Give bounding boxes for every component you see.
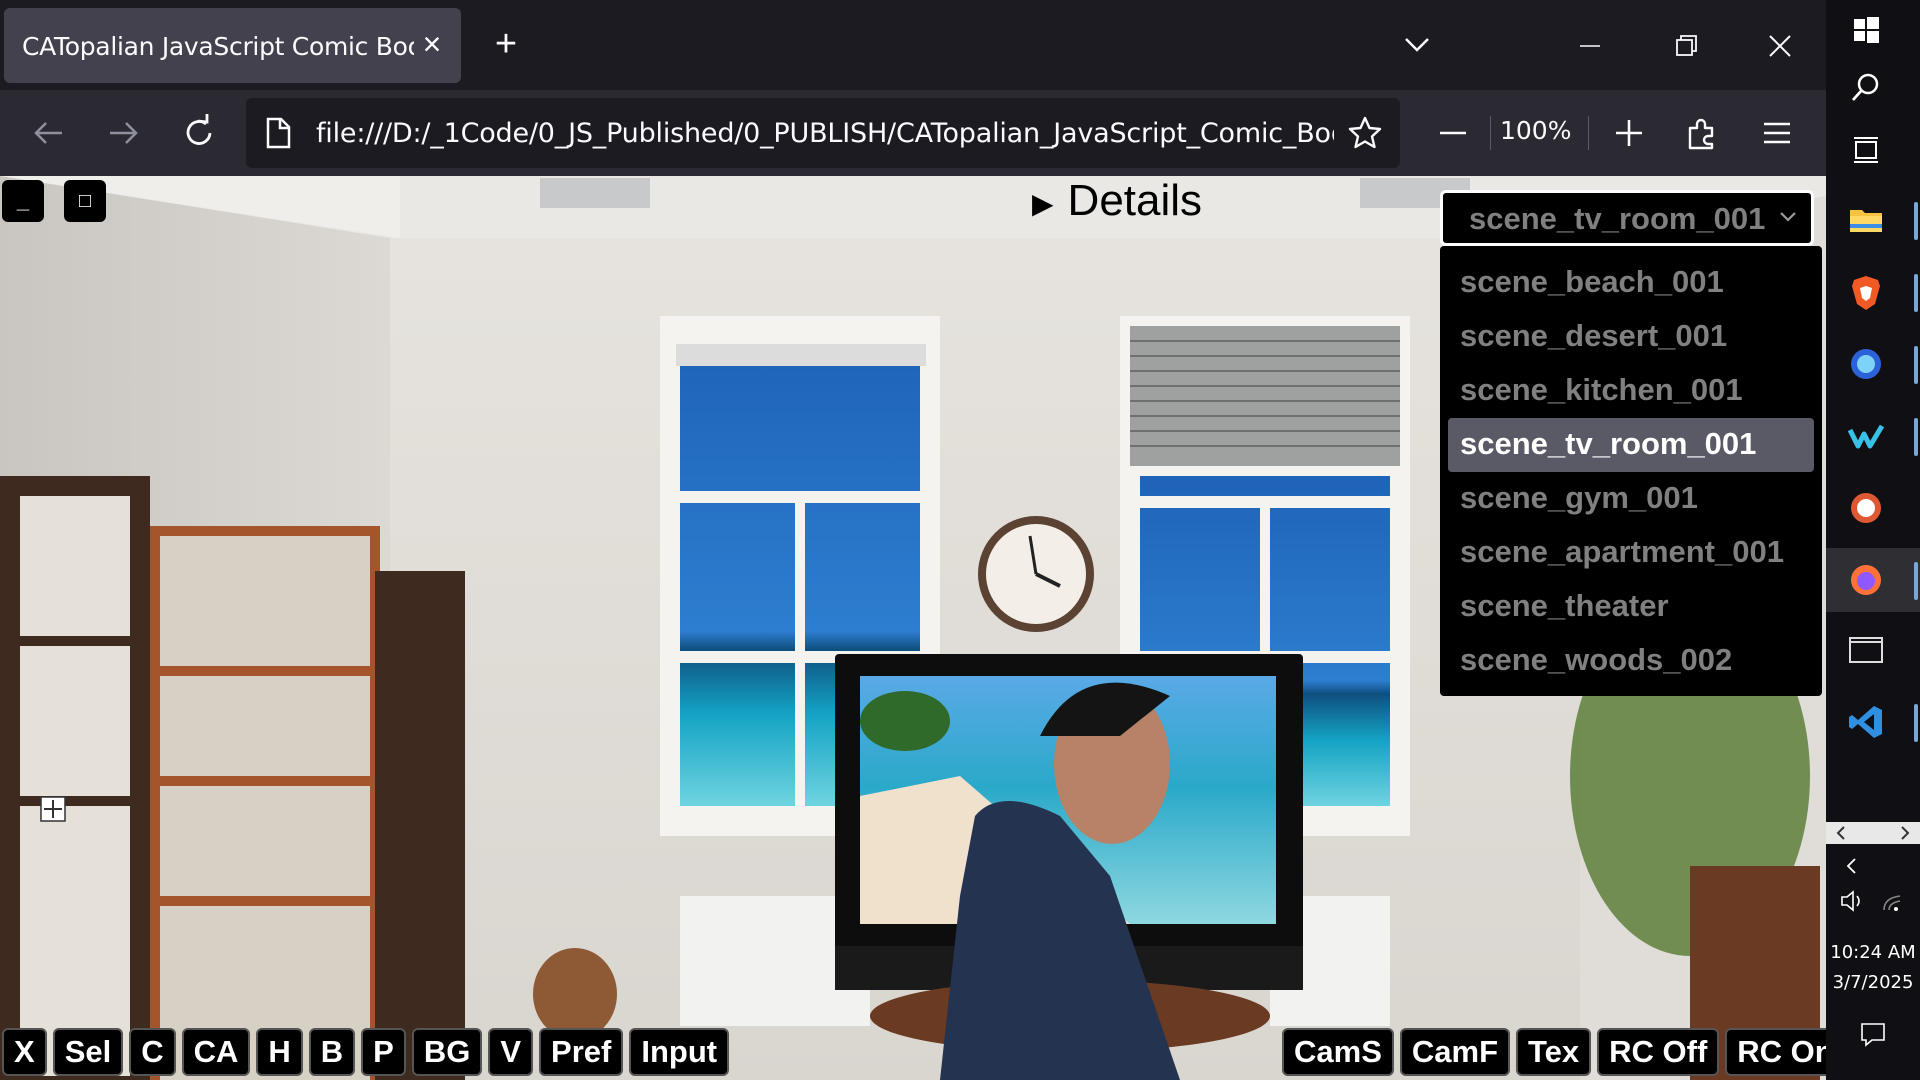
windows-start-icon[interactable] — [1844, 8, 1888, 52]
rc-off-button[interactable]: RC Off — [1597, 1028, 1720, 1076]
window-minimize-icon[interactable] — [1568, 24, 1612, 68]
maximize-panel-button[interactable]: □ — [64, 180, 106, 222]
reload-icon[interactable] — [176, 110, 222, 156]
window-close-icon[interactable] — [1758, 24, 1802, 68]
minimize-panel-button[interactable]: _ — [2, 180, 44, 222]
scroll-right-icon[interactable] — [1896, 824, 1914, 842]
h-button[interactable]: H — [256, 1028, 303, 1076]
windsurf-icon[interactable] — [1844, 414, 1888, 458]
move-drag-handle-icon[interactable] — [40, 796, 66, 822]
bg-button[interactable]: BG — [411, 1028, 483, 1076]
left-toolbar: X Sel C CA H B P BG V Pref Input — [2, 1028, 730, 1076]
show-hidden-icons-chevron-icon[interactable] — [1840, 854, 1864, 878]
forward-arrow-icon[interactable] — [100, 110, 146, 156]
notification-center-icon[interactable] — [1858, 1020, 1888, 1048]
search-icon[interactable] — [1844, 66, 1888, 110]
scene-option[interactable]: scene_woods_002 — [1448, 634, 1814, 688]
scene-dropdown-list: scene_beach_001 scene_desert_001 scene_k… — [1440, 246, 1822, 696]
page-viewport: _ □ ▶ Details scene_tv_room_001 scene_bea… — [0, 176, 1826, 1080]
zoom-separator — [1588, 116, 1589, 150]
input-button[interactable]: Input — [629, 1028, 730, 1076]
zoom-out-icon[interactable] — [1430, 110, 1476, 156]
running-indicator — [1914, 346, 1918, 384]
rc-on-button[interactable]: RC On — [1725, 1028, 1826, 1076]
chevron-down-icon — [1780, 212, 1796, 222]
tex-button[interactable]: Tex — [1516, 1028, 1592, 1076]
zoom-separator — [1490, 116, 1491, 150]
scroll-left-icon[interactable] — [1832, 824, 1850, 842]
zoom-in-icon[interactable] — [1606, 110, 1652, 156]
vscode-icon[interactable] — [1844, 700, 1888, 744]
clock-date[interactable]: 3/7/2025 — [1826, 972, 1920, 993]
running-indicator — [1914, 274, 1918, 312]
back-arrow-icon[interactable] — [26, 110, 72, 156]
scene-option-selected[interactable]: scene_tv_room_001 — [1448, 418, 1814, 472]
running-indicator — [1914, 202, 1918, 240]
pref-button[interactable]: Pref — [539, 1028, 624, 1076]
scene-select-value: scene_tv_room_001 — [1469, 201, 1766, 236]
details-label: Details — [1067, 176, 1203, 225]
close-x-button[interactable]: X — [2, 1028, 47, 1076]
firefox-developer-icon[interactable] — [1844, 342, 1888, 386]
scene-select[interactable]: scene_tv_room_001 — [1440, 190, 1814, 246]
url-bar[interactable]: file:///D:/_1Code/0_JS_Published/0_PUBLI… — [246, 98, 1400, 168]
duckduckgo-icon[interactable] — [1844, 486, 1888, 530]
scene-option[interactable]: scene_theater — [1448, 580, 1814, 634]
url-text: file:///D:/_1Code/0_JS_Published/0_PUBLI… — [316, 118, 1334, 149]
new-tab-button[interactable]: + — [488, 25, 524, 63]
scene-option[interactable]: scene_beach_001 — [1448, 256, 1814, 310]
select-button[interactable]: Sel — [52, 1028, 124, 1076]
scene-option[interactable]: scene_kitchen_001 — [1448, 364, 1814, 418]
c-button[interactable]: C — [129, 1028, 176, 1076]
file-explorer-icon[interactable] — [1844, 198, 1888, 242]
navigation-bar: file:///D:/_1Code/0_JS_Published/0_PUBLI… — [0, 90, 1826, 176]
running-indicator — [1914, 704, 1918, 742]
scene-option[interactable]: scene_apartment_001 — [1448, 526, 1814, 580]
details-toggle[interactable]: ▶ Details — [1032, 176, 1202, 226]
zoom-level[interactable]: 100% — [1500, 116, 1571, 145]
terminal-icon[interactable] — [1844, 628, 1888, 672]
b-button[interactable]: B — [308, 1028, 356, 1076]
disclosure-triangle-icon: ▶ — [1032, 187, 1054, 219]
task-view-icon[interactable] — [1844, 128, 1888, 172]
camf-button[interactable]: CamF — [1399, 1028, 1511, 1076]
windows-taskbar: 10:24 AM 3/7/2025 — [1826, 0, 1920, 1080]
tab-title: CATopalian JavaScript Comic Book Creator — [22, 32, 414, 61]
ca-button[interactable]: CA — [181, 1028, 251, 1076]
bookmark-star-icon[interactable] — [1346, 114, 1384, 152]
window-restore-icon[interactable] — [1664, 24, 1708, 68]
wifi-icon[interactable] — [1878, 888, 1908, 914]
running-indicator — [1914, 562, 1918, 600]
hamburger-menu-icon[interactable] — [1754, 110, 1800, 156]
tab-close-icon[interactable]: × — [414, 26, 450, 62]
scene-option[interactable]: scene_desert_001 — [1448, 310, 1814, 364]
file-page-icon — [266, 117, 291, 149]
firefox-icon[interactable] — [1844, 558, 1888, 602]
v-button[interactable]: V — [488, 1028, 534, 1076]
brave-browser-icon[interactable] — [1844, 270, 1888, 314]
scene-option[interactable]: scene_gym_001 — [1448, 472, 1814, 526]
clock-time[interactable]: 10:24 AM — [1826, 942, 1920, 963]
cams-button[interactable]: CamS — [1282, 1028, 1394, 1076]
extensions-puzzle-icon[interactable] — [1680, 110, 1726, 156]
tab-list-chevron-icon[interactable] — [1400, 28, 1434, 62]
browser-window: CATopalian JavaScript Comic Book Creator… — [0, 0, 1826, 1080]
tab-bar: CATopalian JavaScript Comic Book Creator… — [0, 0, 1826, 90]
active-tab[interactable]: CATopalian JavaScript Comic Book Creator… — [4, 8, 461, 83]
p-button[interactable]: P — [361, 1028, 406, 1076]
volume-icon[interactable] — [1838, 888, 1868, 914]
running-indicator — [1914, 418, 1918, 456]
right-toolbar: CamS CamF Tex RC Off RC On — [1282, 1028, 1826, 1076]
taskbar-scroll-strip[interactable] — [1826, 822, 1920, 844]
